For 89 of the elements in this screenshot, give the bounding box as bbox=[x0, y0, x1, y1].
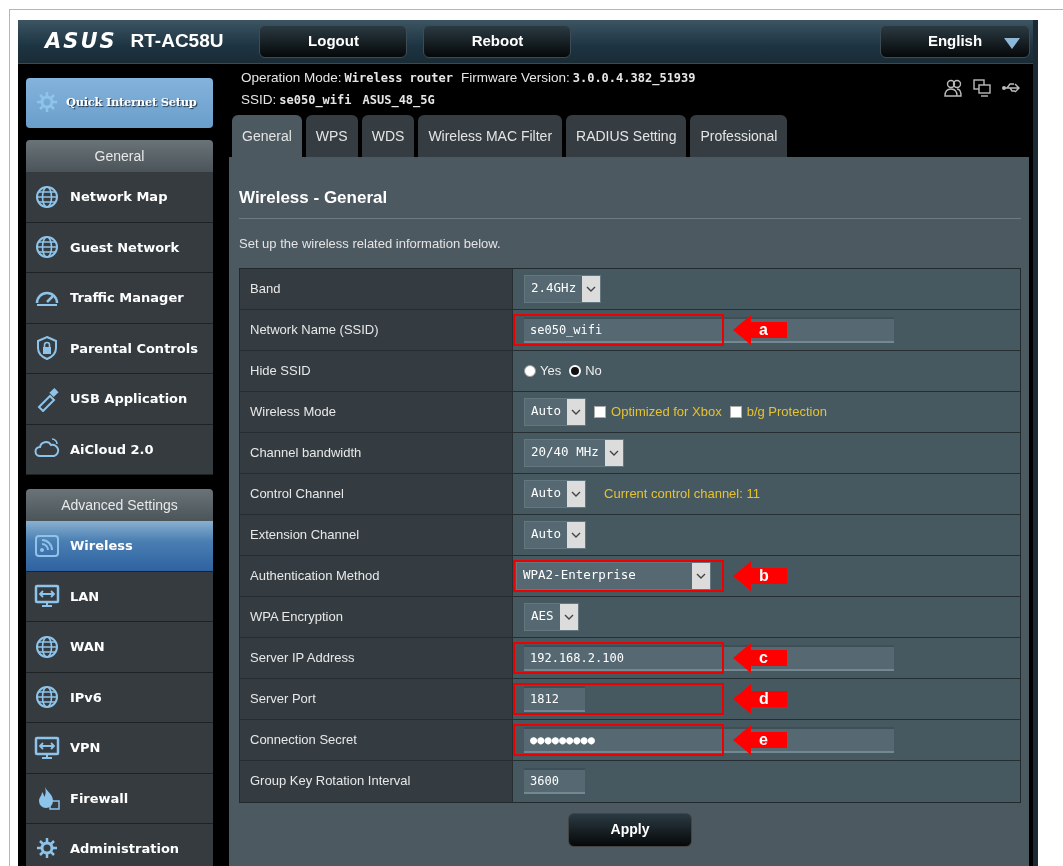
sidebar-item[interactable]: Parental Controls bbox=[26, 323, 213, 374]
option-label: Yes bbox=[540, 361, 562, 380]
callout-arrow: a bbox=[733, 314, 787, 345]
sidebar-item[interactable]: Wireless bbox=[26, 521, 213, 572]
page-title: Wireless - General bbox=[239, 157, 1021, 219]
select-field[interactable]: WPA2-Enterprise bbox=[516, 561, 711, 590]
firmware-link[interactable]: 3.0.0.4.382_51939 bbox=[572, 71, 696, 85]
chevron-icon bbox=[586, 285, 597, 292]
sidebar-item[interactable]: WAN bbox=[26, 622, 213, 673]
chevron-icon bbox=[563, 613, 574, 620]
field-label: Network Name (SSID) bbox=[240, 309, 513, 350]
tab[interactable]: Wireless MAC Filter bbox=[418, 115, 563, 157]
globe-icon bbox=[34, 633, 60, 660]
checkbox[interactable] bbox=[729, 405, 742, 418]
option-label: No bbox=[585, 361, 602, 380]
checkbox-label: b/g Protection bbox=[746, 402, 827, 421]
monitor-icon bbox=[34, 583, 60, 610]
language-dropdown[interactable]: English bbox=[880, 25, 1030, 58]
sidebar-item[interactable]: Traffic Manager bbox=[26, 273, 213, 324]
tab[interactable]: Professional bbox=[690, 115, 788, 157]
radio-button[interactable] bbox=[524, 364, 536, 377]
field-label: Server IP Address bbox=[240, 637, 513, 678]
checkbox-label: Optimized for Xbox bbox=[611, 402, 722, 421]
sidebar-item[interactable]: Guest Network bbox=[26, 222, 213, 273]
chevron-icon bbox=[571, 408, 582, 415]
sidebar-item[interactable]: Firewall bbox=[26, 773, 213, 824]
chevron-icon bbox=[571, 490, 582, 497]
tab[interactable]: General bbox=[232, 115, 302, 157]
mode-link[interactable]: Wireless router bbox=[344, 71, 453, 85]
field-label: Server Port bbox=[240, 678, 513, 719]
callout-arrow: e bbox=[733, 724, 787, 755]
header-button[interactable]: Reboot bbox=[423, 25, 572, 58]
select-field[interactable]: Auto bbox=[524, 397, 587, 426]
chevron-icon bbox=[696, 572, 706, 579]
monitor-icon bbox=[34, 734, 60, 761]
sidebar-item[interactable]: AiCloud 2.0 bbox=[26, 424, 213, 475]
field-label: Connection Secret bbox=[240, 719, 513, 760]
chevron-icon bbox=[571, 531, 582, 538]
field-label: Authentication Method bbox=[240, 555, 513, 596]
note-text: Current control channel: 11 bbox=[604, 484, 760, 503]
section-header: Advanced Settings bbox=[26, 489, 213, 521]
select-field[interactable]: Auto bbox=[524, 520, 587, 549]
field-label: WPA Encryption bbox=[240, 596, 513, 637]
tab[interactable]: RADIUS Setting bbox=[566, 115, 687, 157]
caret-icon bbox=[1004, 38, 1020, 49]
field-label: Extension Channel bbox=[240, 514, 513, 555]
select-field[interactable]: 2.4GHz bbox=[524, 274, 602, 303]
select-field[interactable]: 20/40 MHz bbox=[524, 438, 624, 467]
input-field[interactable]: 1812 bbox=[524, 685, 585, 712]
callout-arrow: b bbox=[733, 560, 787, 591]
field-label: Wireless Mode bbox=[240, 391, 513, 432]
tab[interactable]: WPS bbox=[305, 115, 358, 157]
tab[interactable]: WDS bbox=[361, 115, 415, 157]
select-field[interactable]: AES bbox=[524, 602, 579, 631]
sidebar-item[interactable]: IPv6 bbox=[26, 672, 213, 723]
field-label: Group Key Rotation Interval bbox=[240, 760, 513, 802]
callout-arrow: d bbox=[733, 683, 787, 714]
callout-arrow: c bbox=[733, 642, 787, 673]
field-label: Hide SSID bbox=[240, 350, 513, 391]
description-text: Set up the wireless related information below. bbox=[239, 235, 502, 253]
apply-button[interactable]: Apply bbox=[568, 812, 692, 847]
globe-icon bbox=[34, 684, 60, 711]
devices-icon[interactable] bbox=[972, 78, 992, 98]
header-button[interactable]: Logout bbox=[259, 25, 408, 58]
field-label: Band bbox=[240, 268, 513, 309]
select-field[interactable]: Auto bbox=[524, 479, 587, 508]
checkbox[interactable] bbox=[594, 405, 607, 418]
users-icon[interactable] bbox=[943, 78, 963, 98]
info-label: Operation Mode: bbox=[241, 70, 342, 85]
wifi-icon bbox=[34, 532, 60, 559]
info-label: SSID: bbox=[241, 92, 277, 108]
ssid-link[interactable]: se050_wifi bbox=[279, 93, 352, 108]
sidebar-item[interactable]: Administration bbox=[26, 824, 213, 866]
model-name: RT-AC58U bbox=[130, 29, 224, 54]
field-label: Channel bandwidth bbox=[240, 432, 513, 473]
logo: ASUS bbox=[45, 27, 117, 55]
globe-icon bbox=[34, 234, 60, 261]
sidebar-item[interactable]: LAN bbox=[26, 571, 213, 622]
sidebar-item[interactable]: Network Map bbox=[26, 172, 213, 223]
globe-icon bbox=[34, 183, 60, 210]
sidebar-item[interactable]: VPN bbox=[26, 723, 213, 774]
ssid-link[interactable]: ASUS_48_5G bbox=[362, 93, 435, 108]
sidebar-item[interactable]: USB Application bbox=[26, 374, 213, 425]
input-field[interactable]: 3600 bbox=[524, 768, 585, 794]
shield-icon bbox=[34, 335, 60, 362]
section-header: General bbox=[26, 140, 213, 172]
info-label: Firmware Version: bbox=[460, 70, 570, 85]
chevron-icon bbox=[608, 449, 619, 456]
field-label: Control Channel bbox=[240, 473, 513, 514]
